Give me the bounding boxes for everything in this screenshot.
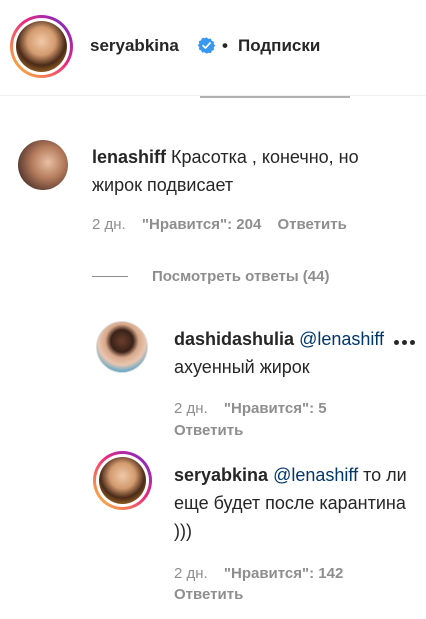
comment-avatar[interactable]: [18, 140, 68, 190]
reply-username[interactable]: dashidashulia: [174, 329, 294, 349]
comment-meta: 2 дн. "Нравится": 204 Ответить: [92, 216, 347, 233]
header-separator: •: [222, 36, 228, 55]
reply-text: ахуенный жирок: [174, 357, 310, 377]
reply-time: 2 дн.: [174, 400, 208, 417]
reply-reply-button[interactable]: Ответить: [174, 586, 243, 603]
replies-divider: [92, 276, 128, 277]
reply-likes[interactable]: "Нравится": 5: [224, 400, 327, 417]
header-avatar[interactable]: [16, 21, 67, 72]
post-header: seryabkina • Подписки: [0, 0, 426, 98]
reply-time: 2 дн.: [174, 565, 208, 582]
comment-username[interactable]: lenashiff: [92, 147, 166, 167]
following-button[interactable]: Подписки: [238, 36, 320, 56]
reply-meta: 2 дн. "Нравится": 5: [174, 400, 327, 417]
reply-mention[interactable]: @lenashiff: [273, 465, 358, 485]
reply-reply-button[interactable]: Ответить: [174, 422, 243, 439]
reply-mention[interactable]: @lenashiff: [299, 329, 384, 349]
more-options-icon[interactable]: [394, 340, 416, 346]
clipped-previous-text: [200, 94, 350, 102]
header-username[interactable]: seryabkina: [90, 36, 179, 56]
reply-body: dashidashulia @lenashiff: [174, 325, 394, 353]
reply-avatar[interactable]: [96, 321, 148, 373]
comment-likes[interactable]: "Нравится": 204: [142, 216, 261, 233]
reply-avatar[interactable]: [99, 457, 146, 504]
reply-username[interactable]: seryabkina: [174, 465, 268, 485]
comment-body: lenashiff Красотка , конечно, но жирок п…: [92, 143, 392, 199]
reply-body: seryabkina @lenashiff то ли еще будет по…: [174, 461, 414, 545]
reply-likes[interactable]: "Нравится": 142: [224, 565, 343, 582]
comment-reply-button[interactable]: Ответить: [278, 216, 347, 233]
comment-time: 2 дн.: [92, 216, 126, 233]
view-replies-button[interactable]: Посмотреть ответы (44): [152, 268, 329, 285]
verified-badge-icon: [198, 37, 215, 54]
reply-meta: 2 дн. "Нравится": 142: [174, 565, 343, 582]
